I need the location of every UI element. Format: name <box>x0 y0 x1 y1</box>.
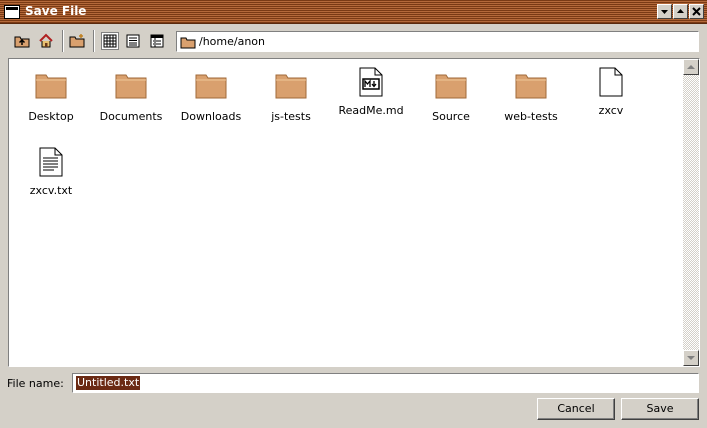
toolbar-separator <box>62 30 64 52</box>
folder-item[interactable]: Documents <box>91 71 171 123</box>
folder-icon <box>491 71 571 102</box>
folder-icon <box>91 71 171 102</box>
list-view-button[interactable] <box>124 32 142 50</box>
cancel-button[interactable]: Cancel <box>537 398 615 420</box>
folder-icon <box>251 71 331 102</box>
minimize-icon <box>661 10 668 14</box>
file-label: Documents <box>99 110 163 123</box>
new-folder-button[interactable] <box>68 32 86 50</box>
filename-value: Untitled.txt <box>76 376 141 390</box>
up-folder-button[interactable] <box>13 32 31 50</box>
markdown-file-icon <box>331 67 411 100</box>
scroll-up-button[interactable] <box>683 59 699 75</box>
home-button[interactable] <box>37 32 55 50</box>
file-icon <box>571 67 651 100</box>
file-label: Desktop <box>28 110 74 123</box>
folder-icon <box>11 71 91 102</box>
scroll-down-button[interactable] <box>683 350 699 366</box>
folder-item[interactable]: js-tests <box>251 71 331 123</box>
toolbar: /home/anon <box>0 26 707 56</box>
icon-view-icon <box>103 34 117 48</box>
arrow-down-icon <box>687 356 695 360</box>
folder-item[interactable]: Source <box>411 71 491 123</box>
window-title: Save File <box>25 4 87 18</box>
maximize-icon <box>677 9 684 13</box>
title-bar: Save File <box>0 0 707 24</box>
text-file-icon <box>11 147 91 180</box>
file-label: Source <box>432 110 470 123</box>
folder-icon <box>180 37 196 49</box>
up-folder-icon <box>14 36 30 48</box>
close-icon <box>692 7 701 16</box>
window-menu-icon[interactable] <box>4 5 20 19</box>
save-button[interactable]: Save <box>621 398 699 420</box>
file-label: zxcv <box>598 104 624 117</box>
icon-view-button[interactable] <box>101 32 119 50</box>
folder-item[interactable]: web-tests <box>491 71 571 123</box>
file-view[interactable]: Desktop Documents Downloads js-tests ReadMe.… <box>8 58 700 367</box>
toolbar-separator <box>93 30 95 52</box>
file-item[interactable]: ReadMe.md <box>331 67 411 117</box>
filename-label: File name: <box>7 377 64 390</box>
close-button[interactable] <box>689 4 704 19</box>
folder-icon <box>411 71 491 102</box>
file-item[interactable]: zxcv.txt <box>11 147 91 197</box>
detail-view-button[interactable] <box>148 32 166 50</box>
folder-icon <box>171 71 251 102</box>
file-label: zxcv.txt <box>29 184 73 197</box>
vertical-scrollbar[interactable] <box>683 59 699 366</box>
home-icon <box>39 33 53 48</box>
folder-item[interactable]: Downloads <box>171 71 251 123</box>
file-item[interactable]: zxcv <box>571 67 651 117</box>
filename-input[interactable]: Untitled.txt <box>72 373 699 393</box>
file-label: js-tests <box>271 110 311 123</box>
file-label: web-tests <box>504 110 558 123</box>
path-text: /home/anon <box>199 35 266 48</box>
path-field[interactable]: /home/anon <box>176 31 699 52</box>
folder-item[interactable]: Desktop <box>11 71 91 123</box>
maximize-button[interactable] <box>673 4 688 19</box>
new-folder-icon <box>69 34 85 48</box>
list-view-icon <box>126 34 140 48</box>
detail-view-icon <box>150 34 164 48</box>
window-controls <box>657 4 704 19</box>
arrow-up-icon <box>687 65 695 69</box>
file-label: Downloads <box>180 110 242 123</box>
minimize-button[interactable] <box>657 4 672 19</box>
file-label: ReadMe.md <box>338 104 404 117</box>
